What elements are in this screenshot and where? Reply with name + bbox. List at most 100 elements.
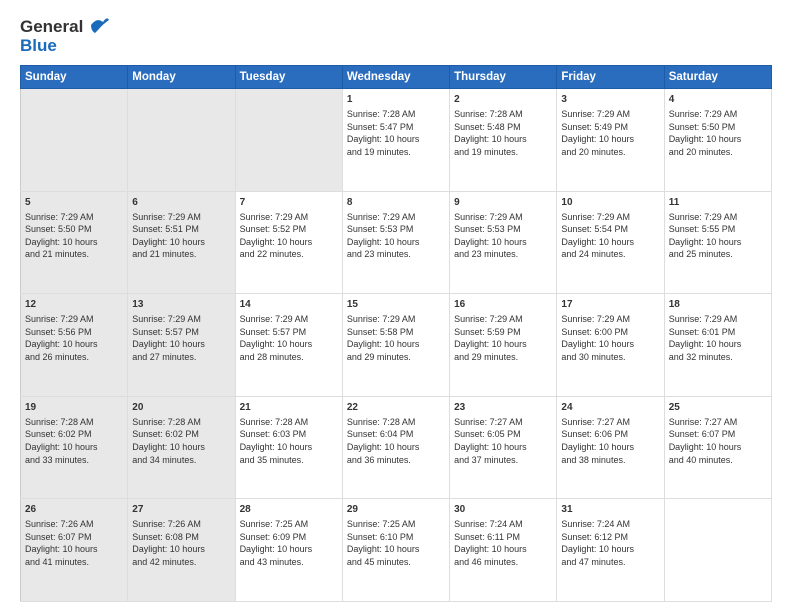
- day-info: Sunrise: 7:29 AM Sunset: 5:54 PM Dayligh…: [561, 211, 659, 261]
- day-info: Sunrise: 7:29 AM Sunset: 6:00 PM Dayligh…: [561, 313, 659, 363]
- day-number: 21: [240, 401, 338, 415]
- calendar-cell: 30Sunrise: 7:24 AM Sunset: 6:11 PM Dayli…: [450, 499, 557, 602]
- day-info: Sunrise: 7:26 AM Sunset: 6:07 PM Dayligh…: [25, 518, 123, 568]
- day-number: 7: [240, 196, 338, 210]
- calendar-cell: 19Sunrise: 7:28 AM Sunset: 6:02 PM Dayli…: [21, 396, 128, 499]
- day-number: 25: [669, 401, 767, 415]
- logo-general: General: [20, 18, 83, 37]
- day-info: Sunrise: 7:28 AM Sunset: 5:47 PM Dayligh…: [347, 108, 445, 158]
- day-info: Sunrise: 7:29 AM Sunset: 5:53 PM Dayligh…: [454, 211, 552, 261]
- day-number: 24: [561, 401, 659, 415]
- day-info: Sunrise: 7:29 AM Sunset: 5:51 PM Dayligh…: [132, 211, 230, 261]
- page: General Blue SundayMondayTuesdayWednesda…: [0, 0, 792, 612]
- calendar-cell: [664, 499, 771, 602]
- calendar-cell: 18Sunrise: 7:29 AM Sunset: 6:01 PM Dayli…: [664, 294, 771, 397]
- day-number: 30: [454, 503, 552, 517]
- weekday-header-saturday: Saturday: [664, 66, 771, 89]
- weekday-header-tuesday: Tuesday: [235, 66, 342, 89]
- calendar-table: SundayMondayTuesdayWednesdayThursdayFrid…: [20, 65, 772, 602]
- day-info: Sunrise: 7:28 AM Sunset: 6:02 PM Dayligh…: [132, 416, 230, 466]
- calendar-cell: [235, 89, 342, 192]
- calendar-cell: 3Sunrise: 7:29 AM Sunset: 5:49 PM Daylig…: [557, 89, 664, 192]
- calendar-week-4: 19Sunrise: 7:28 AM Sunset: 6:02 PM Dayli…: [21, 396, 772, 499]
- day-number: 2: [454, 93, 552, 107]
- weekday-header-monday: Monday: [128, 66, 235, 89]
- day-info: Sunrise: 7:26 AM Sunset: 6:08 PM Dayligh…: [132, 518, 230, 568]
- calendar-cell: 21Sunrise: 7:28 AM Sunset: 6:03 PM Dayli…: [235, 396, 342, 499]
- day-number: 1: [347, 93, 445, 107]
- day-number: 20: [132, 401, 230, 415]
- calendar-cell: 20Sunrise: 7:28 AM Sunset: 6:02 PM Dayli…: [128, 396, 235, 499]
- calendar-cell: 24Sunrise: 7:27 AM Sunset: 6:06 PM Dayli…: [557, 396, 664, 499]
- day-info: Sunrise: 7:29 AM Sunset: 5:50 PM Dayligh…: [25, 211, 123, 261]
- day-number: 31: [561, 503, 659, 517]
- day-number: 9: [454, 196, 552, 210]
- calendar-cell: 8Sunrise: 7:29 AM Sunset: 5:53 PM Daylig…: [342, 191, 449, 294]
- calendar-cell: 26Sunrise: 7:26 AM Sunset: 6:07 PM Dayli…: [21, 499, 128, 602]
- day-number: 4: [669, 93, 767, 107]
- day-number: 16: [454, 298, 552, 312]
- calendar-cell: 14Sunrise: 7:29 AM Sunset: 5:57 PM Dayli…: [235, 294, 342, 397]
- calendar-cell: 28Sunrise: 7:25 AM Sunset: 6:09 PM Dayli…: [235, 499, 342, 602]
- logo: General Blue: [20, 18, 109, 55]
- weekday-header-sunday: Sunday: [21, 66, 128, 89]
- day-info: Sunrise: 7:28 AM Sunset: 6:04 PM Dayligh…: [347, 416, 445, 466]
- day-info: Sunrise: 7:25 AM Sunset: 6:10 PM Dayligh…: [347, 518, 445, 568]
- day-info: Sunrise: 7:29 AM Sunset: 5:55 PM Dayligh…: [669, 211, 767, 261]
- weekday-header-wednesday: Wednesday: [342, 66, 449, 89]
- day-number: 15: [347, 298, 445, 312]
- day-info: Sunrise: 7:29 AM Sunset: 5:52 PM Dayligh…: [240, 211, 338, 261]
- day-info: Sunrise: 7:28 AM Sunset: 5:48 PM Dayligh…: [454, 108, 552, 158]
- day-number: 12: [25, 298, 123, 312]
- day-info: Sunrise: 7:29 AM Sunset: 5:57 PM Dayligh…: [240, 313, 338, 363]
- calendar-cell: 7Sunrise: 7:29 AM Sunset: 5:52 PM Daylig…: [235, 191, 342, 294]
- day-info: Sunrise: 7:28 AM Sunset: 6:03 PM Dayligh…: [240, 416, 338, 466]
- calendar-cell: 10Sunrise: 7:29 AM Sunset: 5:54 PM Dayli…: [557, 191, 664, 294]
- calendar-cell: 6Sunrise: 7:29 AM Sunset: 5:51 PM Daylig…: [128, 191, 235, 294]
- day-number: 18: [669, 298, 767, 312]
- calendar-cell: 16Sunrise: 7:29 AM Sunset: 5:59 PM Dayli…: [450, 294, 557, 397]
- calendar-cell: 17Sunrise: 7:29 AM Sunset: 6:00 PM Dayli…: [557, 294, 664, 397]
- day-number: 22: [347, 401, 445, 415]
- day-number: 28: [240, 503, 338, 517]
- calendar-cell: 29Sunrise: 7:25 AM Sunset: 6:10 PM Dayli…: [342, 499, 449, 602]
- day-number: 19: [25, 401, 123, 415]
- day-info: Sunrise: 7:29 AM Sunset: 6:01 PM Dayligh…: [669, 313, 767, 363]
- calendar-cell: 4Sunrise: 7:29 AM Sunset: 5:50 PM Daylig…: [664, 89, 771, 192]
- logo-blue: Blue: [20, 37, 83, 56]
- day-number: 23: [454, 401, 552, 415]
- calendar-week-3: 12Sunrise: 7:29 AM Sunset: 5:56 PM Dayli…: [21, 294, 772, 397]
- calendar-cell: 31Sunrise: 7:24 AM Sunset: 6:12 PM Dayli…: [557, 499, 664, 602]
- day-info: Sunrise: 7:29 AM Sunset: 5:56 PM Dayligh…: [25, 313, 123, 363]
- bird-icon: [87, 17, 109, 49]
- day-number: 17: [561, 298, 659, 312]
- day-number: 27: [132, 503, 230, 517]
- day-info: Sunrise: 7:28 AM Sunset: 6:02 PM Dayligh…: [25, 416, 123, 466]
- day-number: 3: [561, 93, 659, 107]
- day-number: 6: [132, 196, 230, 210]
- calendar-cell: 5Sunrise: 7:29 AM Sunset: 5:50 PM Daylig…: [21, 191, 128, 294]
- day-info: Sunrise: 7:24 AM Sunset: 6:12 PM Dayligh…: [561, 518, 659, 568]
- calendar-cell: [128, 89, 235, 192]
- calendar-cell: 27Sunrise: 7:26 AM Sunset: 6:08 PM Dayli…: [128, 499, 235, 602]
- day-number: 26: [25, 503, 123, 517]
- calendar-cell: 13Sunrise: 7:29 AM Sunset: 5:57 PM Dayli…: [128, 294, 235, 397]
- calendar-cell: 2Sunrise: 7:28 AM Sunset: 5:48 PM Daylig…: [450, 89, 557, 192]
- day-info: Sunrise: 7:27 AM Sunset: 6:06 PM Dayligh…: [561, 416, 659, 466]
- day-number: 11: [669, 196, 767, 210]
- header: General Blue: [20, 18, 772, 55]
- day-number: 10: [561, 196, 659, 210]
- calendar-cell: 9Sunrise: 7:29 AM Sunset: 5:53 PM Daylig…: [450, 191, 557, 294]
- day-info: Sunrise: 7:29 AM Sunset: 5:59 PM Dayligh…: [454, 313, 552, 363]
- calendar-cell: [21, 89, 128, 192]
- calendar-week-1: 1Sunrise: 7:28 AM Sunset: 5:47 PM Daylig…: [21, 89, 772, 192]
- day-info: Sunrise: 7:24 AM Sunset: 6:11 PM Dayligh…: [454, 518, 552, 568]
- day-info: Sunrise: 7:29 AM Sunset: 5:57 PM Dayligh…: [132, 313, 230, 363]
- day-number: 29: [347, 503, 445, 517]
- day-info: Sunrise: 7:29 AM Sunset: 5:53 PM Dayligh…: [347, 211, 445, 261]
- day-info: Sunrise: 7:29 AM Sunset: 5:49 PM Dayligh…: [561, 108, 659, 158]
- day-info: Sunrise: 7:29 AM Sunset: 5:58 PM Dayligh…: [347, 313, 445, 363]
- calendar-cell: 23Sunrise: 7:27 AM Sunset: 6:05 PM Dayli…: [450, 396, 557, 499]
- calendar-cell: 22Sunrise: 7:28 AM Sunset: 6:04 PM Dayli…: [342, 396, 449, 499]
- logo-container: General Blue: [20, 18, 109, 55]
